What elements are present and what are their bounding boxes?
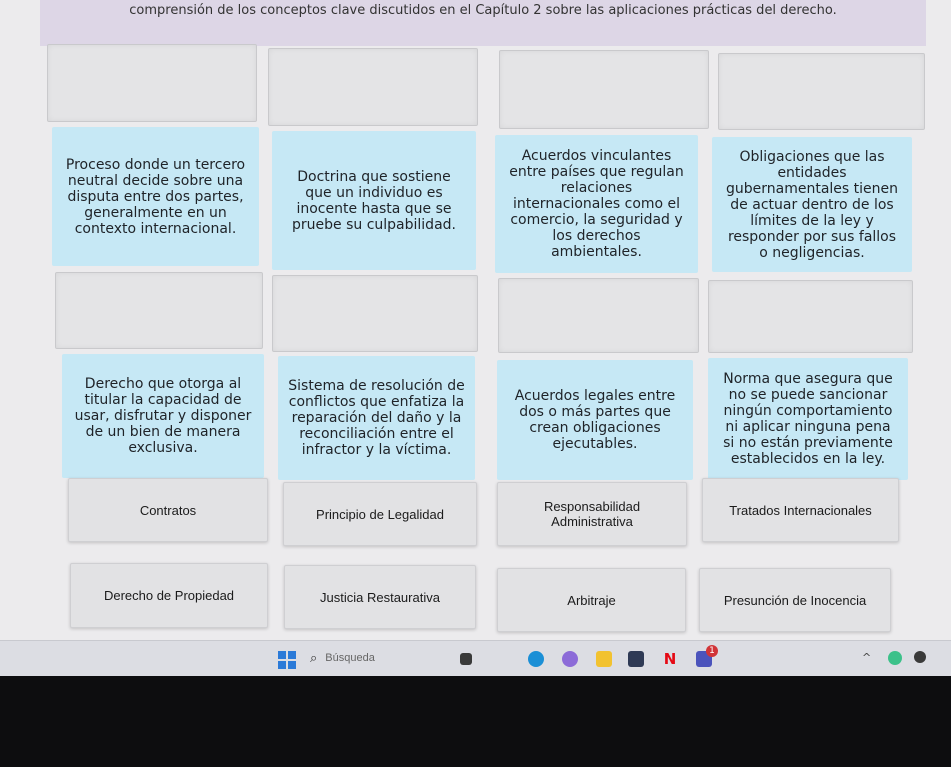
term-tratados-internacionales[interactable]: Tratados Internacionales	[702, 478, 899, 542]
drop-slot[interactable]	[498, 278, 699, 353]
taskbar-search[interactable]: ⌕ Búsqueda	[310, 647, 470, 669]
definition-text: Obligaciones que las entidades gubername…	[725, 148, 898, 261]
term-label: Principio de Legalidad	[316, 506, 444, 522]
term-responsabilidad-administrativa[interactable]: Responsabilidad Administrativa	[497, 482, 687, 546]
definition-card: Proceso donde un tercero neutral decide …	[52, 127, 259, 266]
definition-text: Sistema de resolución de conflictos que …	[288, 378, 465, 458]
term-label: Tratados Internacionales	[729, 502, 872, 518]
weather-icon[interactable]	[888, 651, 902, 665]
definition-card: Sistema de resolución de conflictos que …	[278, 356, 475, 480]
definition-text: Acuerdos legales entre dos o más partes …	[514, 388, 676, 452]
drop-slot[interactable]	[47, 44, 257, 122]
definition-text: Doctrina que sostiene que un individuo e…	[292, 168, 456, 233]
term-presuncion-inocencia[interactable]: Presunción de Inocencia	[699, 568, 891, 632]
definition-text: Derecho que otorga al titular la capacid…	[74, 376, 252, 456]
sync-icon[interactable]	[914, 651, 926, 663]
windows-start-icon[interactable]	[278, 651, 296, 669]
term-label: Derecho de Propiedad	[103, 588, 235, 603]
search-icon: ⌕	[310, 650, 318, 665]
netflix-icon[interactable]: N	[662, 651, 678, 667]
store-icon[interactable]	[628, 651, 644, 667]
drop-slot[interactable]	[499, 50, 709, 129]
term-label: Arbitraje	[567, 592, 616, 608]
badge-count: 1	[709, 646, 715, 656]
edge-browser-icon[interactable]	[528, 651, 544, 667]
definition-card: Acuerdos legales entre dos o más partes …	[497, 360, 693, 480]
term-label: Responsabilidad Administrativa	[543, 499, 641, 529]
term-label: Presunción de Inocencia	[723, 592, 867, 608]
term-label: Contratos	[139, 502, 197, 518]
file-explorer-icon[interactable]	[596, 651, 612, 667]
definition-card: Obligaciones que las entidades gubername…	[712, 137, 912, 272]
term-principio-legalidad[interactable]: Principio de Legalidad	[283, 482, 477, 546]
definition-text: Proceso donde un tercero neutral decide …	[65, 156, 246, 237]
notification-badge: 1	[706, 645, 718, 657]
copilot-icon[interactable]	[562, 651, 578, 667]
taskbar: ⌕ Búsqueda N 1 ^	[0, 640, 951, 677]
task-view-icon[interactable]	[460, 653, 472, 665]
term-justicia-restaurativa[interactable]: Justicia Restaurativa	[284, 565, 476, 629]
drop-slot[interactable]	[718, 53, 925, 130]
drop-slot[interactable]	[708, 280, 913, 353]
term-label: Justicia Restaurativa	[320, 589, 440, 605]
drop-slot[interactable]	[268, 48, 478, 126]
chevron-up-icon[interactable]: ^	[862, 651, 871, 664]
definition-card: Acuerdos vinculantes entre países que re…	[495, 135, 698, 273]
term-contratos[interactable]: Contratos	[68, 478, 268, 542]
screen-bezel	[0, 676, 951, 767]
definition-card: Derecho que otorga al titular la capacid…	[62, 354, 264, 478]
term-derecho-propiedad[interactable]: Derecho de Propiedad	[70, 563, 268, 628]
drop-slot[interactable]	[55, 272, 263, 349]
instruction-banner: comprensión de los conceptos clave discu…	[40, 0, 926, 46]
term-arbitraje[interactable]: Arbitraje	[497, 568, 686, 632]
instruction-text: comprensión de los conceptos clave discu…	[129, 3, 837, 18]
definition-card: Norma que asegura que no se puede sancio…	[708, 358, 908, 480]
search-placeholder: Búsqueda	[325, 652, 375, 664]
definition-text: Norma que asegura que no se puede sancio…	[723, 371, 893, 467]
definition-text: Acuerdos vinculantes entre países que re…	[509, 148, 684, 260]
drop-slot[interactable]	[272, 275, 478, 352]
definition-card: Doctrina que sostiene que un individuo e…	[272, 131, 476, 270]
